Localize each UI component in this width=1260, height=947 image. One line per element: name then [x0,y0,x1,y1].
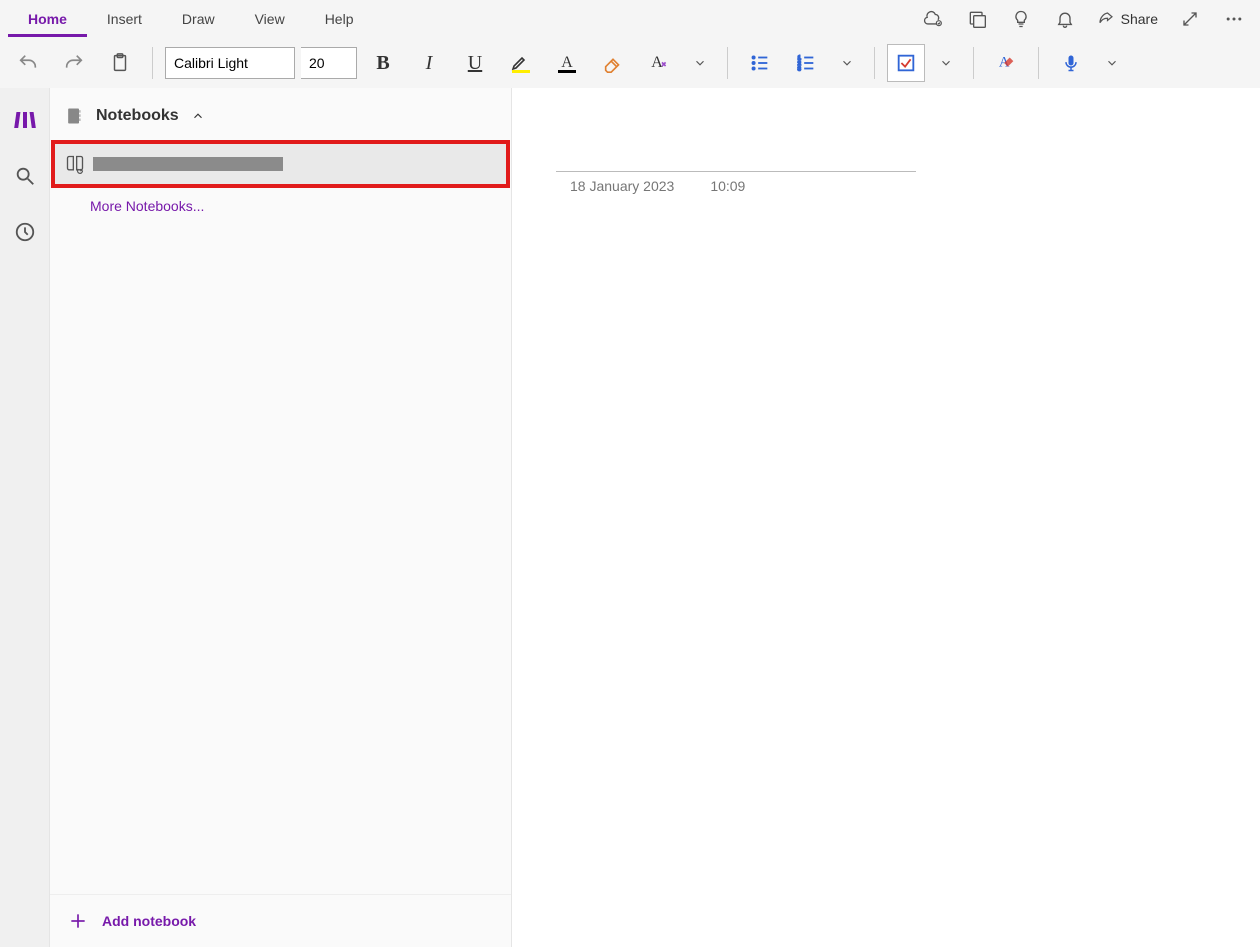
bulleted-list-button[interactable] [740,43,780,83]
page-content: 18 January 2023 10:09 [512,88,1260,248]
page-meta: 18 January 2023 10:09 [556,178,1216,194]
separator [874,47,875,79]
underline-button[interactable]: U [455,43,495,83]
tab-help[interactable]: Help [305,2,374,37]
navigation-rail [0,88,50,947]
highlight-button[interactable] [501,43,541,83]
numbered-list-button[interactable]: 123 [786,43,826,83]
separator [973,47,974,79]
notebooks-sidebar: Notebooks More Notebooks... Add notebook [50,88,512,947]
lightbulb-icon[interactable] [1009,7,1033,31]
more-notebooks-link[interactable]: More Notebooks... [50,184,511,228]
plus-icon [68,911,88,931]
font-color-button[interactable]: A [547,43,587,83]
fullscreen-icon[interactable] [1178,7,1202,31]
recent-rail-icon[interactable] [11,218,39,246]
notebook-name-redacted [93,157,283,171]
svg-text:A: A [561,54,573,71]
tags-dropdown-icon[interactable] [931,43,961,83]
tab-draw[interactable]: Draw [162,2,235,37]
redo-button[interactable] [54,43,94,83]
clipboard-button[interactable] [100,43,140,83]
font-name-input[interactable] [165,47,295,79]
share-label: Share [1121,11,1158,27]
page-time: 10:09 [710,178,745,194]
bell-icon[interactable] [1053,7,1077,31]
tab-home[interactable]: Home [8,2,87,37]
page-feed-icon[interactable] [965,7,989,31]
undo-button[interactable] [8,43,48,83]
font-dropdown-icon[interactable] [685,43,715,83]
voice-dropdown-icon[interactable] [1097,43,1127,83]
menubar-right: Share [921,7,1252,31]
tab-insert[interactable]: Insert [87,2,162,37]
share-button[interactable]: Share [1097,10,1158,28]
svg-text:3: 3 [798,66,801,72]
clear-formatting-button[interactable] [593,43,633,83]
separator [152,47,153,79]
search-rail-icon[interactable] [11,162,39,190]
page-canvas[interactable]: 18 January 2023 10:09 [512,88,1260,947]
body-area: Notebooks More Notebooks... Add notebook… [0,88,1260,947]
separator [1038,47,1039,79]
notebooks-header-label: Notebooks [96,107,179,125]
menubar-tabs: Home Insert Draw View Help [8,2,373,37]
tab-view[interactable]: View [235,2,305,37]
svg-text:A: A [651,54,663,71]
notebook-icon [64,106,84,126]
add-notebook-label: Add notebook [102,913,196,929]
notebooks-header[interactable]: Notebooks [50,88,511,144]
menubar: Home Insert Draw View Help Share [0,0,1260,38]
todo-tag-button[interactable] [887,44,925,82]
font-size-input[interactable] [301,47,357,79]
dictate-button[interactable] [1051,43,1091,83]
ribbon: B I U A A 123 A [0,38,1260,88]
ink-to-text-button[interactable]: A [986,43,1026,83]
bold-button[interactable]: B [363,43,403,83]
page-title-input[interactable] [556,142,916,172]
cloud-sync-icon[interactable] [921,7,945,31]
notebook-open-icon [65,154,85,174]
notebooks-rail-icon[interactable] [11,106,39,134]
separator [727,47,728,79]
page-date: 18 January 2023 [570,178,674,194]
paragraph-dropdown-icon[interactable] [832,43,862,83]
more-icon[interactable] [1222,7,1246,31]
add-notebook-button[interactable]: Add notebook [50,894,511,947]
notebook-item-selected[interactable] [55,144,506,184]
chevron-up-icon [191,109,205,123]
styles-button[interactable]: A [639,43,679,83]
italic-button[interactable]: I [409,43,449,83]
